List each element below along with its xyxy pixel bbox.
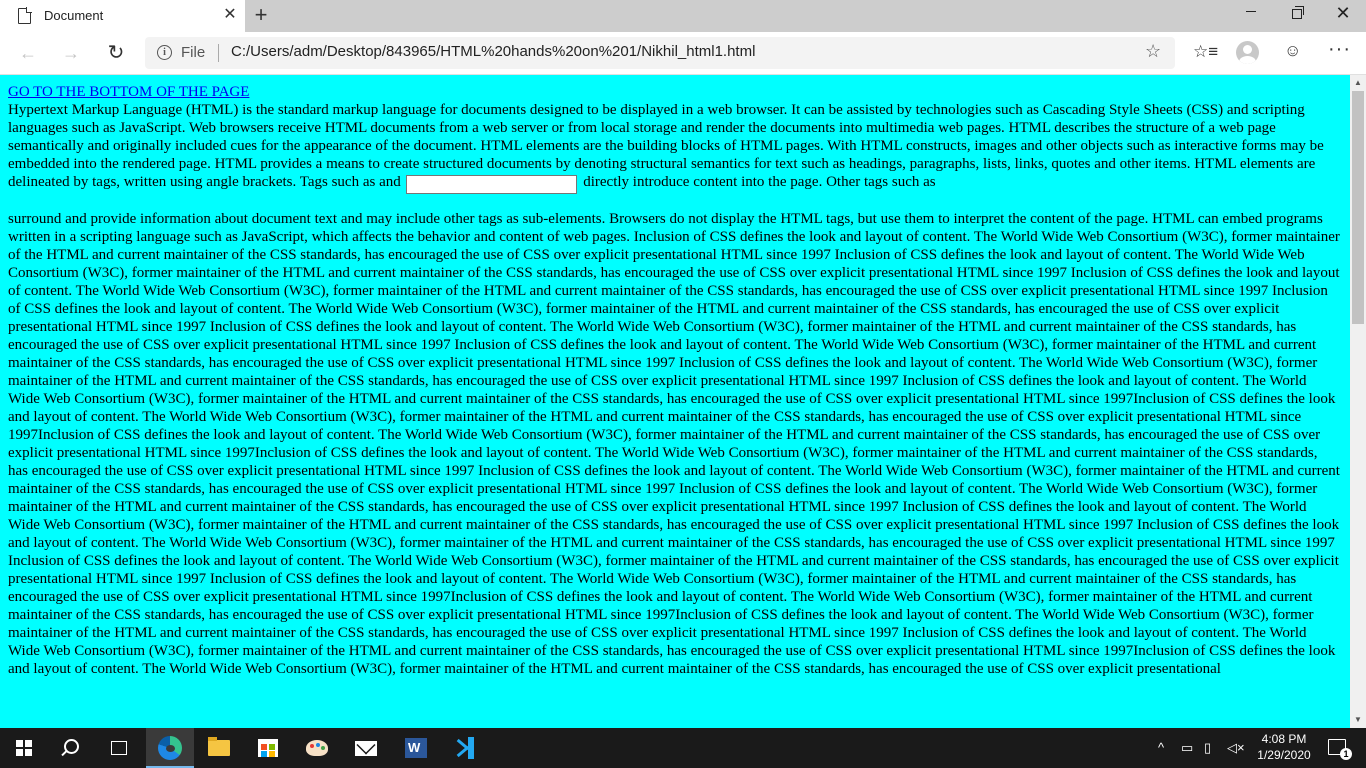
forward-button[interactable]: → [57,40,85,66]
tab-strip: Document ✕ + ✕ [0,0,1366,32]
taskbar-store[interactable] [244,728,292,768]
taskbar-edge[interactable] [146,728,194,768]
tab-document[interactable]: Document ✕ [0,0,245,32]
close-window-button[interactable]: ✕ [1320,0,1366,30]
address-separator [218,44,219,62]
browser-toolbar: ← → ↻ i File C:/Users/adm/Desktop/843965… [0,32,1366,75]
page-viewport: GO TO THE BOTTOM OF THE PAGE Hypertext M… [0,75,1350,728]
more-menu-icon[interactable]: ··· [1328,38,1351,61]
favorites-icon[interactable]: ☆≡ [1193,42,1218,62]
page-scrollbar[interactable]: ▲ ▼ [1350,75,1366,728]
folder-icon [208,737,230,756]
intro-text-continued: directly introduce content into the page… [583,174,936,190]
store-icon [258,739,278,757]
notification-count-badge: 1 [1340,748,1352,760]
favorite-star-icon[interactable]: ☆ [1145,41,1161,62]
tab-title: Document [44,8,104,23]
edge-icon [158,736,182,760]
restore-icon [1292,6,1304,19]
new-tab-button[interactable]: + [250,4,272,26]
restore-button[interactable] [1274,0,1320,30]
refresh-button[interactable]: ↻ [102,40,130,66]
task-view-button[interactable] [96,728,144,768]
page-icon [18,7,32,24]
taskbar-word[interactable]: W [392,728,440,768]
minimize-icon [1246,10,1256,12]
inline-text-input[interactable] [406,175,578,194]
system-tray: ^ ▭ ▯ ◁× 4:08 PM 1/29/2020 1 [1150,728,1366,768]
feedback-icon[interactable]: ☺ [1284,41,1301,61]
battery-icon[interactable]: ▭ [1181,740,1193,756]
info-icon[interactable]: i [157,45,172,60]
scroll-up-arrow-icon[interactable]: ▲ [1350,75,1366,91]
clock[interactable]: 4:08 PM 1/29/2020 [1252,731,1316,763]
url-text[interactable]: C:/Users/adm/Desktop/843965/HTML%20hands… [231,43,755,60]
start-button[interactable] [0,728,48,768]
search-button[interactable] [48,728,96,768]
taskbar-paint[interactable] [293,728,341,768]
tab-close-button[interactable]: ✕ [220,5,240,25]
task-view-icon [111,741,127,755]
vscode-icon [454,737,476,759]
taskbar-mail[interactable] [342,728,390,768]
browser-window: Document ✕ + ✕ ← → ↻ i File C:/Users/adm… [0,0,1366,768]
scroll-thumb[interactable] [1352,91,1364,324]
clock-time: 4:08 PM [1261,732,1307,746]
windows-logo-icon [16,740,32,756]
word-icon: W [405,738,427,758]
scheme-label: File [181,44,206,61]
clock-date: 1/29/2020 [1257,748,1311,762]
bottom-of-page-link[interactable]: GO TO THE BOTTOM OF THE PAGE [8,84,249,100]
taskbar-vscode[interactable] [441,728,489,768]
body-paragraph: surround and provide information about d… [8,211,1340,677]
profile-avatar-icon[interactable] [1236,41,1259,64]
volume-muted-icon[interactable]: ◁× [1227,740,1245,756]
page-content: GO TO THE BOTTOM OF THE PAGE Hypertext M… [8,83,1340,678]
paint-palette-icon [306,740,328,756]
search-icon [64,739,79,754]
taskbar: W ^ ▭ ▯ ◁× 4:08 PM 1/29/2020 1 [0,728,1366,768]
scroll-down-arrow-icon[interactable]: ▼ [1350,712,1366,728]
minimize-button[interactable] [1228,0,1274,30]
mail-icon [355,741,377,756]
network-icon[interactable]: ▯ [1204,740,1211,756]
show-hidden-icons-icon[interactable]: ^ [1158,740,1164,755]
back-button[interactable]: ← [14,40,42,66]
address-bar[interactable]: i File C:/Users/adm/Desktop/843965/HTML%… [145,37,1175,69]
taskbar-file-explorer[interactable] [195,728,243,768]
